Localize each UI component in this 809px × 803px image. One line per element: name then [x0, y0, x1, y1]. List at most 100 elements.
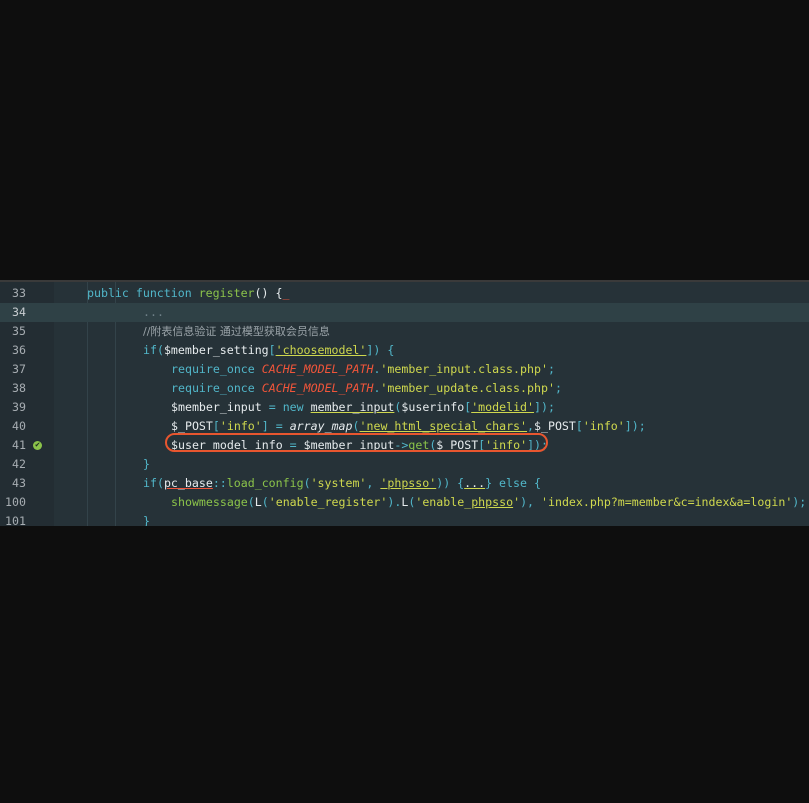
code-token: $_POST [534, 419, 576, 433]
code-token: 'info' [219, 419, 262, 433]
code-token: ), [520, 495, 542, 509]
code-token: 'system' [310, 476, 367, 490]
line-number: 36 [12, 343, 26, 357]
line-number: 101 [5, 514, 26, 526]
code-token: )) { [436, 476, 465, 490]
code-text: public function register() {_ [87, 284, 289, 303]
code-token: , [366, 476, 381, 490]
code-token: ... [143, 305, 164, 319]
code-token: ( [303, 476, 311, 490]
line-number: 41 [12, 438, 26, 452]
code-token: CACHE_MODEL_PATH [261, 362, 374, 376]
code-text: ... [143, 303, 164, 322]
code-text: } [143, 512, 150, 526]
line-number: 37 [12, 362, 26, 376]
code-token: ; [554, 381, 562, 395]
line-number: 42 [12, 457, 26, 471]
code-token: } [143, 514, 150, 526]
code-token: $member_input [171, 400, 269, 414]
code-token: if( [143, 343, 164, 357]
code-text: $member_input = new member_input($userin… [171, 398, 555, 417]
code-token: phpsso [471, 495, 514, 509]
line-number: 40 [12, 419, 26, 433]
code-token: 'choosemodel' [275, 343, 367, 357]
code-line[interactable]: 42} [0, 455, 809, 474]
code-token: 'member_input.class.php' [380, 362, 548, 376]
code-line[interactable]: 38 require_once CACHE_MODEL_PATH.'member_… [0, 379, 809, 398]
code-text: if(pc_base::load_config('system', 'phpss… [143, 474, 541, 493]
code-token: $member_setting [163, 343, 269, 357]
code-token: 'modelid' [471, 400, 535, 414]
code-token: 'new_html_special_chars' [359, 419, 528, 433]
line-number: 34 [12, 305, 26, 319]
code-token: [ [575, 419, 583, 433]
code-token: _ [282, 286, 290, 300]
code-token: CACHE_MODEL_PATH [261, 381, 374, 395]
code-token: ( [247, 495, 255, 509]
code-token: showmessage [171, 495, 248, 509]
code-token: load_config [226, 476, 304, 490]
code-token: require_once [171, 381, 262, 395]
code-line[interactable]: 36 if($member_setting['choosemodel']) { [0, 341, 809, 360]
highlight-callout-ellipse [165, 433, 548, 452]
code-editor[interactable]: 33 public function register() {_ 34... 35//… [0, 280, 809, 526]
code-token: ; [547, 362, 555, 376]
code-token: 'member_update.class.php' [380, 381, 555, 395]
code-token: :: [212, 476, 227, 490]
line-number: 100 [5, 495, 26, 509]
code-line[interactable]: 43 if(pc_base::load_config('system', 'php… [0, 474, 809, 493]
code-token: , [527, 419, 535, 433]
code-token: ( [352, 419, 360, 433]
code-token: ). [387, 495, 402, 509]
code-text: } [143, 455, 150, 474]
code-token: 'phpsso' [380, 476, 437, 490]
code-token: ]); [534, 400, 555, 414]
code-token: = new [268, 400, 311, 414]
code-line[interactable]: 34... [0, 303, 809, 322]
code-token: L [254, 495, 262, 509]
code-token: member_input [310, 400, 395, 414]
code-token: ]); [624, 419, 646, 433]
code-token: ' [513, 495, 521, 509]
code-token: if( [143, 476, 164, 490]
line-number: 35 [12, 324, 26, 338]
code-token: 'index.php?m=member&c=index&a=login' [541, 495, 793, 509]
code-token: register [198, 286, 255, 300]
code-token: $userinfo [401, 400, 465, 414]
code-line[interactable]: 100 showmessage(L('enable_register').L('e… [0, 493, 809, 512]
code-token: $_POST [171, 419, 213, 433]
code-line[interactable]: 39 $member_input = new member_input($user… [0, 398, 809, 417]
code-token: //附表信息验证 通过模型获取会员信息 [143, 325, 330, 338]
code-token: array_map [289, 419, 353, 433]
check-icon[interactable]: ✔ [33, 441, 42, 450]
code-token: 'enable_register' [268, 495, 388, 509]
code-token: } else { [485, 476, 541, 490]
code-line[interactable]: 33 public function register() {_ [0, 284, 809, 303]
code-token: () { [254, 286, 283, 300]
code-token: require_once [171, 362, 262, 376]
line-number: 43 [12, 476, 26, 490]
line-number: 39 [12, 400, 26, 414]
code-token: ]) { [366, 343, 395, 357]
code-token: [ [268, 343, 276, 357]
code-text: require_once CACHE_MODEL_PATH.'member_in… [171, 360, 555, 379]
code-line[interactable]: 35 //附表信息验证 通过模型获取会员信息 [0, 322, 809, 341]
line-number: 33 [12, 286, 26, 300]
code-token: ... [464, 476, 486, 490]
code-text: //附表信息验证 通过模型获取会员信息 [143, 322, 330, 341]
code-token: ] = [261, 419, 290, 433]
line-number: 38 [12, 381, 26, 395]
code-token: pc_base [163, 476, 213, 490]
code-text: if($member_setting['choosemodel']) { [143, 341, 394, 360]
code-text: showmessage(L('enable_register').L('enab… [171, 493, 806, 512]
code-token: ( [261, 495, 269, 509]
code-token: } [143, 457, 150, 471]
code-line[interactable]: 37 require_once CACHE_MODEL_PATH.'member_… [0, 360, 809, 379]
code-token: ); [792, 495, 807, 509]
code-text: require_once CACHE_MODEL_PATH.'member_up… [171, 379, 562, 398]
code-token: [ [212, 419, 220, 433]
code-token: 'info' [582, 419, 625, 433]
code-token: public function [87, 286, 199, 300]
code-token: 'enable_ [415, 495, 472, 509]
code-line[interactable]: 101} [0, 512, 809, 526]
